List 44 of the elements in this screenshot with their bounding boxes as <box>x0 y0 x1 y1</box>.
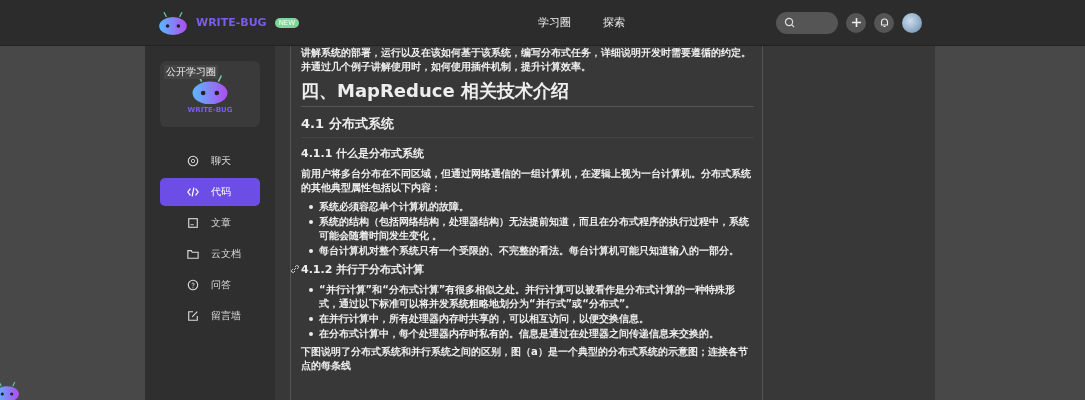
link-icon[interactable] <box>291 264 300 274</box>
paragraph: 下图说明了分布式系统和并行系统之间的区别，图（a）是一个典型的分布式系统的示意图；连接各节点的每条线 <box>301 345 749 373</box>
question-icon <box>187 279 199 291</box>
subheading: 4.1.1 什么是分布式系统 <box>301 147 425 160</box>
paragraph: 前用户将多台分布在不同区域，但通过网络通信的一组计算机，在逻辑上视为一台计算机。分布式系统的其他典型属性包括以下内容： <box>301 167 752 195</box>
nav-link[interactable]: 学习圈 <box>538 15 571 30</box>
bullet <box>309 317 313 321</box>
avatar[interactable] <box>902 12 922 33</box>
document-icon <box>187 217 199 229</box>
edit-icon <box>187 310 199 322</box>
search-icon <box>784 17 795 28</box>
list-item: 每台计算机对整个系统只有一个受限的、不完整的看法。每台计算机可能只知道输入的一部分。 <box>319 244 739 258</box>
list-item: 系统的结构（包括网络结构，处理器结构）无法提前知道，而且在分布式程序的执行过程中，系统可能会随着时间发生变化 。 <box>319 215 750 243</box>
nav-link[interactable]: 探索 <box>603 15 625 30</box>
public-tag: 公开学习圈 <box>164 65 218 79</box>
paragraph: 讲解系统的部署，运行以及在该如何基于该系统，编写分布式任务，详细说明开发时需要遵循的约定。并通过几个例子讲解使用时，如何使用插件机制，提升计算效率。 <box>301 46 752 74</box>
list-item: 在并行计算中，所有处理器内存时共享的，可以相互访问，以便交换信息。 <box>319 312 649 326</box>
sidebar-item[interactable]: 留言墙 <box>160 302 260 330</box>
bullet <box>309 332 313 336</box>
bell-icon <box>878 17 890 28</box>
code-icon <box>187 186 199 198</box>
bullet <box>309 288 313 292</box>
sidebar-item[interactable]: 云文档 <box>160 240 260 268</box>
bullet <box>309 220 313 224</box>
subsection-heading: 4.1 分布式系统 <box>301 115 754 138</box>
robot-logo-icon <box>0 381 20 400</box>
folder-icon <box>187 248 199 260</box>
list-item: 在分布式计算中，每个处理器内存时私有的。信息是通过在处理器之间传递信息来交换的。 <box>319 327 719 341</box>
bullet <box>309 205 313 209</box>
list-item: “并行计算”和“分布式计算”有很多相似之处。并行计算可以被看作是分布式计算的一种特殊形式，通过以下标准可以将并发系统粗略地划分为“并行式”或“分布式”。 <box>319 283 737 311</box>
sidebar-item[interactable]: 代码 <box>160 178 260 206</box>
sidebar-item[interactable]: 问答 <box>160 271 260 299</box>
notification-button[interactable] <box>874 12 894 33</box>
chat-icon <box>187 155 199 167</box>
search-field[interactable] <box>776 11 838 34</box>
bullet <box>309 249 313 253</box>
add-button[interactable] <box>846 12 866 33</box>
sidebar-item[interactable]: 文章 <box>160 209 260 237</box>
plus-icon <box>850 17 862 28</box>
section-heading: 四、MapReduce 相关技术介绍 <box>301 79 754 107</box>
sidebar-item[interactable]: 聊天 <box>160 147 260 175</box>
subheading: 4.1.2 并行于分布式计算 <box>301 263 425 276</box>
robot-logo-icon <box>158 10 188 35</box>
list-item: 系统必须容忍单个计算机的故障。 <box>319 200 469 214</box>
